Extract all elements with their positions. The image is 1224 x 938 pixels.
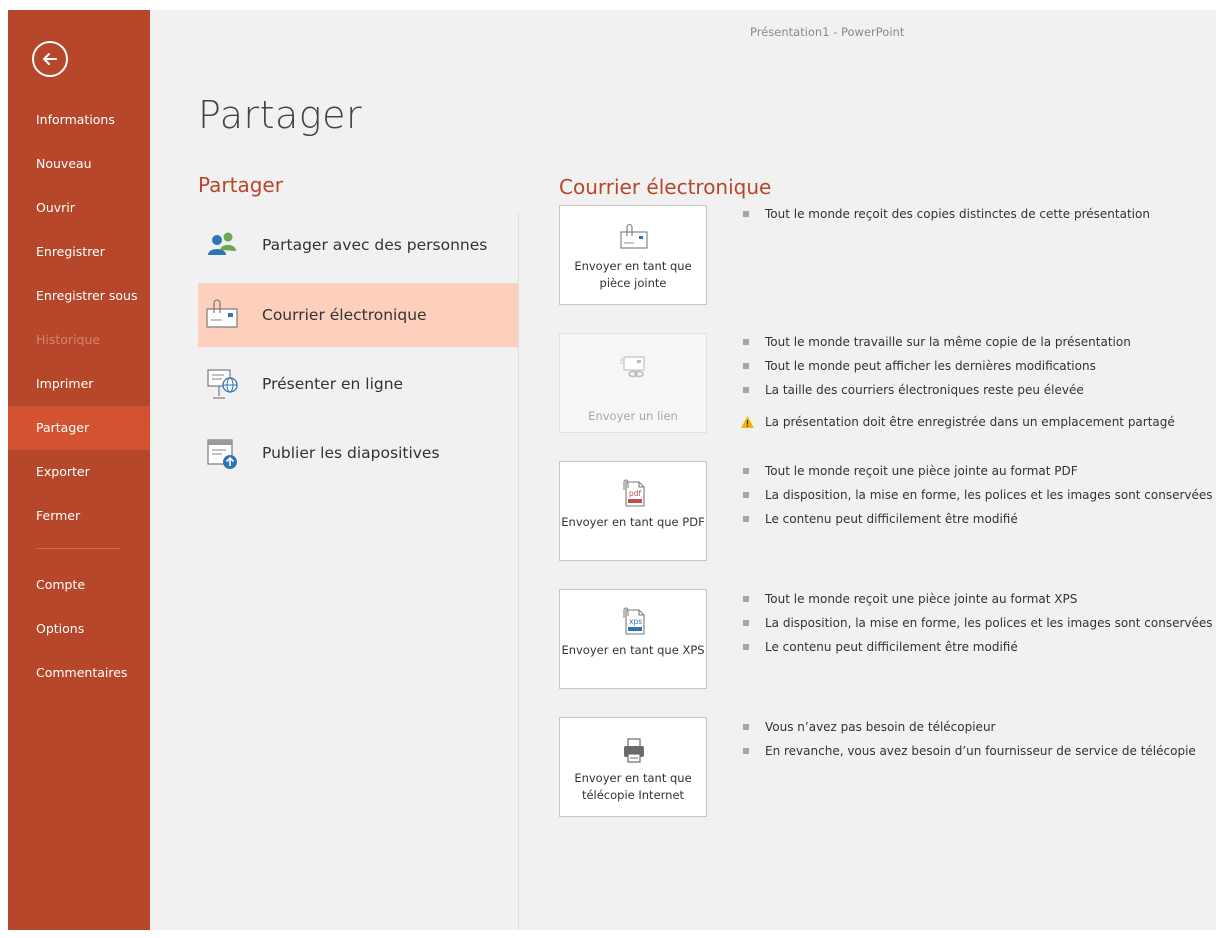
back-button[interactable] [32, 41, 68, 77]
warning-item: La présentation doit être enregistrée da… [740, 410, 1175, 434]
button-label: Envoyer en tant que PDF [561, 515, 705, 529]
button-label: Envoyer en tant que pièce jointe [574, 259, 692, 290]
attachment-description: Tout le monde reçoit des copies distinct… [740, 202, 1150, 226]
list-item: Tout le monde peut afficher les dernière… [740, 354, 1175, 378]
nav-item-commentaires[interactable]: Commentaires [8, 651, 150, 695]
share-option-people[interactable]: Partager avec des personnes [198, 213, 518, 277]
list-item: La disposition, la mise en forme, les po… [740, 611, 1213, 635]
send-as-internet-fax-button[interactable]: Envoyer en tant que télécopie Internet [559, 717, 707, 817]
list-item: Tout le monde reçoit une pièce jointe au… [740, 587, 1213, 611]
xps-icon: xps [623, 607, 645, 635]
nav-item-enregistrer-sous[interactable]: Enregistrer sous [8, 274, 150, 318]
backstage-view: Informations Nouveau Ouvrir Enregistrer … [8, 10, 1216, 930]
share-option-label: Présenter en ligne [262, 375, 404, 393]
send-as-xps-button[interactable]: xps Envoyer en tant que XPS [559, 589, 707, 689]
share-heading: Partager [198, 173, 283, 197]
share-option-label: Courrier électronique [262, 306, 427, 324]
nav-item-ouvrir[interactable]: Ouvrir [8, 186, 150, 230]
fax-description: Vous n’avez pas besoin de télécopieur En… [740, 715, 1196, 763]
list-item: Tout le monde travaille sur la même copi… [740, 330, 1175, 354]
warning-icon [741, 416, 754, 428]
pdf-icon: pdf [623, 479, 645, 507]
send-link-button: Envoyer un lien [559, 333, 707, 433]
publish-slides-icon [207, 439, 237, 469]
share-option-label: Publier les diapositives [262, 444, 440, 462]
share-option-publish-slides[interactable]: Publier les diapositives [198, 421, 518, 485]
pdf-description: Tout le monde reçoit une pièce jointe au… [740, 459, 1213, 531]
send-as-attachment-button[interactable]: Envoyer en tant que pièce jointe [559, 205, 707, 305]
nav-item-historique: Historique [36, 332, 101, 347]
link-envelope-icon [620, 356, 645, 378]
nav-item-compte[interactable]: Compte [8, 563, 150, 607]
button-label: Envoyer un lien [588, 409, 678, 423]
nav-item-partager[interactable]: Partager [8, 406, 150, 450]
list-item: La disposition, la mise en forme, les po… [740, 483, 1213, 507]
button-label: Envoyer en tant que télécopie Internet [574, 771, 692, 802]
nav-item-fermer[interactable]: Fermer [8, 494, 150, 538]
present-online-icon [207, 369, 238, 399]
share-pane: Présentation1 - PowerPoint Partager Part… [150, 10, 1216, 930]
list-item: Le contenu peut difficilement être modif… [740, 507, 1213, 531]
svg-text:pdf: pdf [629, 489, 642, 498]
list-item: Tout le monde reçoit une pièce jointe au… [740, 459, 1213, 483]
share-option-email[interactable]: Courrier électronique [198, 283, 518, 347]
column-divider [518, 212, 519, 930]
nav-item-enregistrer[interactable]: Enregistrer [8, 230, 150, 274]
link-description: Tout le monde travaille sur la même copi… [740, 330, 1175, 434]
list-item: La taille des courriers électroniques re… [740, 378, 1175, 402]
back-arrow-icon [43, 53, 57, 65]
list-item: Vous n’avez pas besoin de télécopieur [740, 715, 1196, 739]
people-icon [208, 232, 236, 255]
window-title: Présentation1 - PowerPoint [750, 25, 905, 39]
xps-description: Tout le monde reçoit une pièce jointe au… [740, 587, 1213, 659]
page-title: Partager [198, 93, 363, 137]
svg-text:xps: xps [629, 617, 642, 626]
backstage-nav: Informations Nouveau Ouvrir Enregistrer … [8, 10, 150, 930]
list-item: En revanche, vous avez besoin d’un fourn… [740, 739, 1196, 763]
share-option-present-online[interactable]: Présenter en ligne [198, 352, 518, 416]
email-icon [206, 299, 238, 328]
nav-item-options[interactable]: Options [8, 607, 150, 651]
nav-item-exporter[interactable]: Exporter [8, 450, 150, 494]
nav-item-nouveau[interactable]: Nouveau [8, 142, 150, 186]
nav-separator [36, 548, 120, 549]
email-heading: Courrier électronique [559, 175, 772, 199]
share-option-label: Partager avec des personnes [262, 236, 488, 254]
button-label: Envoyer en tant que XPS [561, 643, 705, 657]
send-as-pdf-button[interactable]: pdf Envoyer en tant que PDF [559, 461, 707, 561]
attachment-envelope-icon [620, 223, 648, 249]
fax-icon [624, 738, 644, 763]
nav-item-imprimer[interactable]: Imprimer [8, 362, 150, 406]
list-item: Tout le monde reçoit des copies distinct… [740, 202, 1150, 226]
nav-item-informations[interactable]: Informations [8, 98, 150, 142]
list-item: Le contenu peut difficilement être modif… [740, 635, 1213, 659]
